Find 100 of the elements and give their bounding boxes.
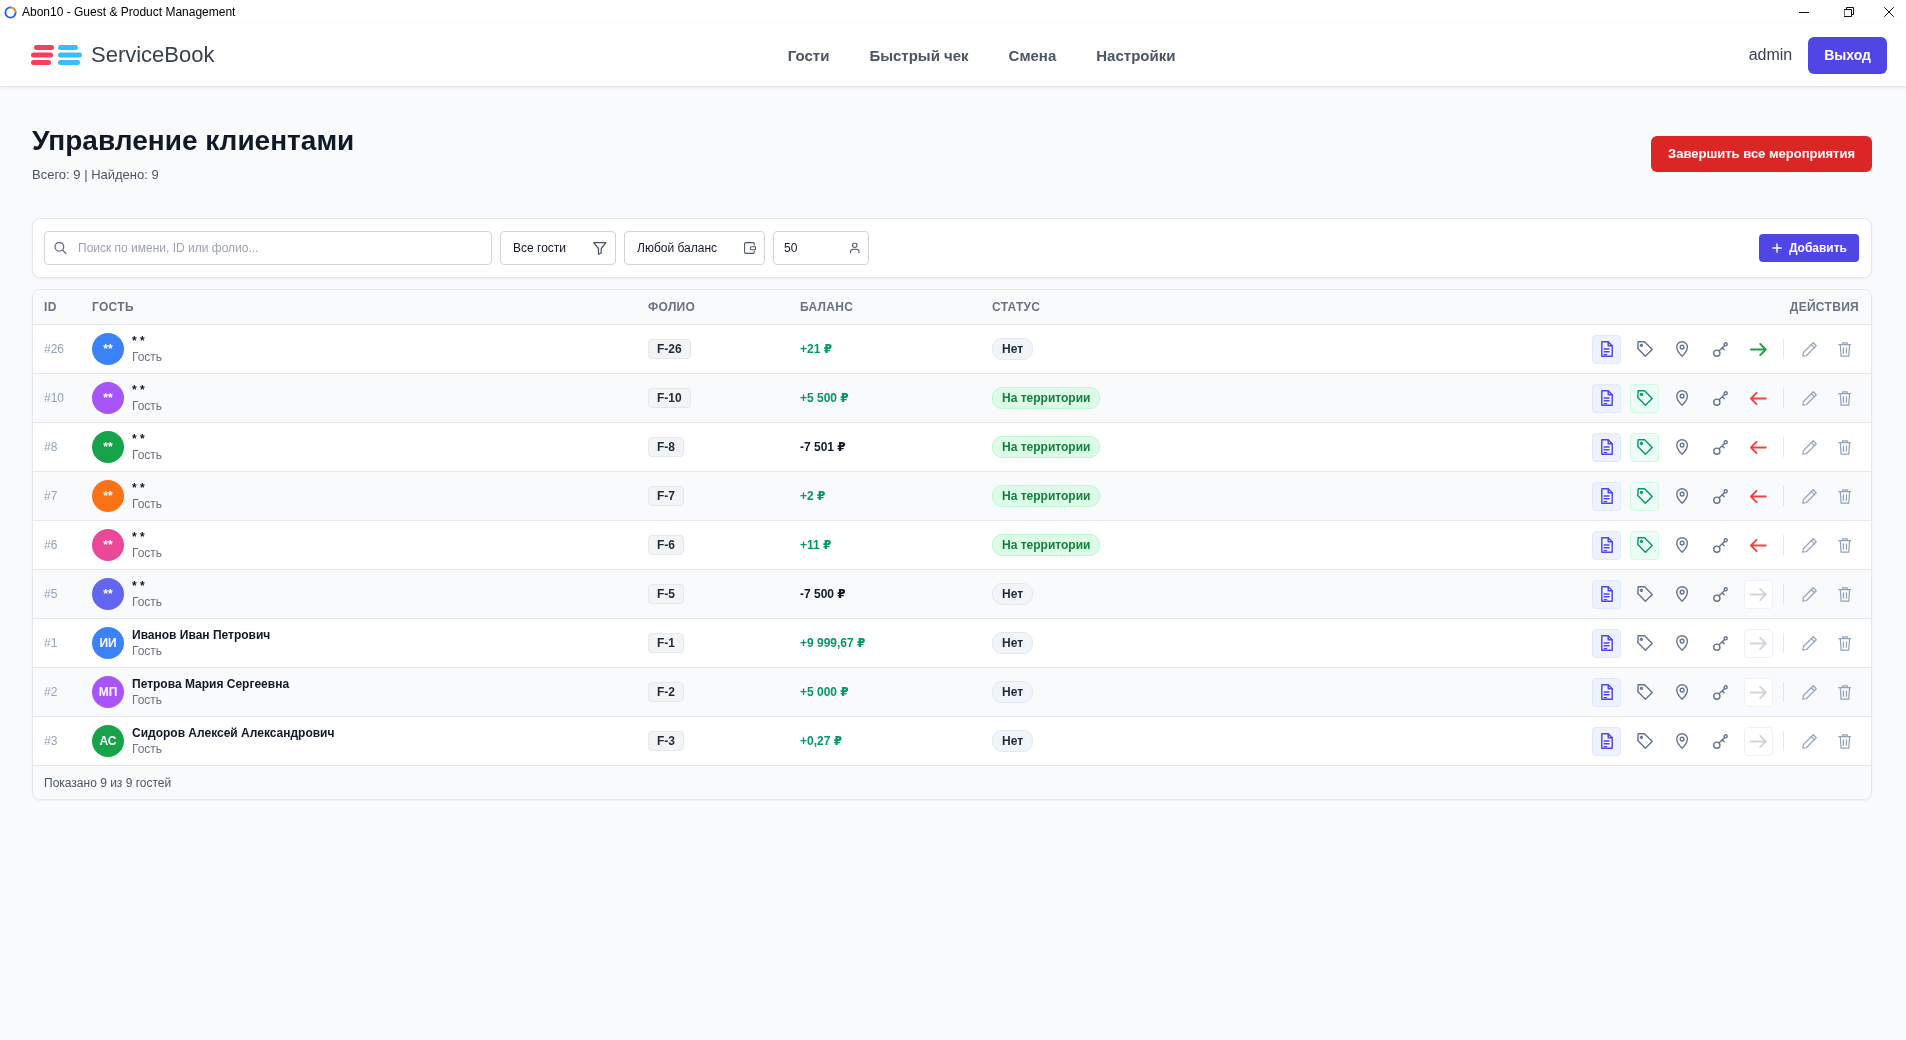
pin-icon [1676,537,1689,553]
tag-icon [1636,537,1653,553]
column-header: ID [44,300,57,314]
trash-icon [1837,684,1852,700]
window-title: Abon10 - Guest & Product Management [22,5,237,19]
document-button[interactable] [1592,677,1621,707]
arrow-left-icon [1750,489,1767,503]
add-button[interactable]: Добавить [1758,234,1859,262]
guest-name: Иванов Иван Петрович [132,627,271,643]
page-title: Управление клиентами [32,124,355,158]
trash-icon [1837,537,1852,553]
guest-name: Сидоров Алексей Александрович [132,725,335,741]
pencil-icon [1802,390,1817,406]
nav-link[interactable]: Гости [787,46,830,64]
arrow-right-icon [1750,342,1767,356]
avatar: ** [92,480,124,512]
trash-icon [1837,439,1852,455]
guest-name: * * [132,382,146,398]
filter-icon [593,241,607,255]
tag-icon [1636,341,1653,357]
tag-button[interactable] [1630,383,1659,413]
guest-role: Гость [132,447,163,463]
document-button[interactable] [1592,530,1621,560]
guest-name: * * [132,480,146,496]
guest-id: #7 [44,489,58,503]
document-button[interactable] [1592,628,1621,658]
avatar: МП [92,676,124,708]
guest-id: #5 [44,587,58,601]
pin-icon [1676,390,1689,406]
folio-badge: F-26 [648,339,691,359]
arrow-right-icon [1750,587,1767,601]
tag-icon [1636,390,1653,406]
balance-amount: +5 000 ₽ [800,685,849,699]
document-icon [1600,684,1613,700]
guest-name: * * [132,578,146,594]
balance-amount: +21 ₽ [800,342,833,356]
guest-role: Гость [132,398,163,414]
guest-role: Гость [132,643,164,659]
status-badge: Нет [992,730,1034,752]
pin-icon [1676,733,1689,749]
document-icon [1600,341,1613,357]
pin-icon [1676,684,1689,700]
guest-role: Гость [132,496,163,512]
avatar: ** [92,382,124,414]
tag-button[interactable] [1630,530,1659,560]
document-button[interactable] [1592,726,1621,756]
tag-icon [1636,635,1653,651]
search-icon [54,241,67,255]
column-header: ДЕЙСТВИЯ [1789,300,1859,314]
document-button[interactable] [1592,432,1621,462]
trash-icon [1837,488,1852,504]
column-header: СТАТУС [992,300,1041,314]
column-header: ФОЛИО [648,300,696,314]
guest-id: #3 [44,734,58,748]
balance-amount: -7 501 ₽ [800,440,846,454]
balance-amount: +0,27 ₽ [800,734,843,748]
finish-all-button[interactable]: Завершить все мероприятия [1651,135,1872,172]
nav-link[interactable]: Быстрый чек [869,46,969,64]
pencil-icon [1802,488,1817,504]
pencil-icon [1802,684,1817,700]
tag-button[interactable] [1630,432,1659,462]
tag-icon [1636,684,1653,700]
nav-link[interactable]: Смена [1008,46,1057,64]
document-button[interactable] [1592,481,1621,511]
guest-role: Гость [132,692,164,708]
plus-icon [1771,243,1782,253]
arrow-right-icon [1750,734,1767,748]
guest-count: Всего: 9 | Найдено: 9 [32,167,160,183]
search-field[interactable]: Поиск по имени, ID или фолио... [44,231,492,265]
limit-field[interactable]: 50 [773,231,869,265]
status-badge: На территории [992,436,1101,458]
results-summary: Показано 9 из 9 гостей [44,775,172,790]
balance-amount: +5 500 ₽ [800,391,849,405]
guest-type-dropdown[interactable]: Все гости [500,231,616,265]
pencil-icon [1802,341,1817,357]
column-header: БАЛАНС [800,300,854,314]
nav-link[interactable]: Настройки [1096,46,1176,64]
arrow-left-icon [1750,538,1767,552]
document-button[interactable] [1592,334,1621,364]
document-button[interactable] [1592,579,1621,609]
key-icon [1713,341,1728,357]
guest-role: Гость [132,545,163,561]
logout-button[interactable]: Выход [1808,36,1887,74]
trash-icon [1837,341,1852,357]
guest-role: Гость [132,741,164,757]
guest-name: * * [132,529,146,545]
balance-amount: +11 ₽ [800,538,832,552]
tag-button[interactable] [1630,481,1659,511]
key-icon [1713,586,1728,602]
key-icon [1713,733,1728,749]
document-button[interactable] [1592,383,1621,413]
status-badge: На территории [992,387,1101,409]
guest-name: * * [132,333,146,349]
arrow-right-icon [1750,685,1767,699]
balance-dropdown[interactable]: Любой баланс [624,231,765,265]
app-icon [4,5,17,19]
folio-badge: F-10 [648,388,691,408]
trash-icon [1837,733,1852,749]
folio-badge: F-1 [648,633,684,653]
status-badge: Нет [992,681,1034,703]
